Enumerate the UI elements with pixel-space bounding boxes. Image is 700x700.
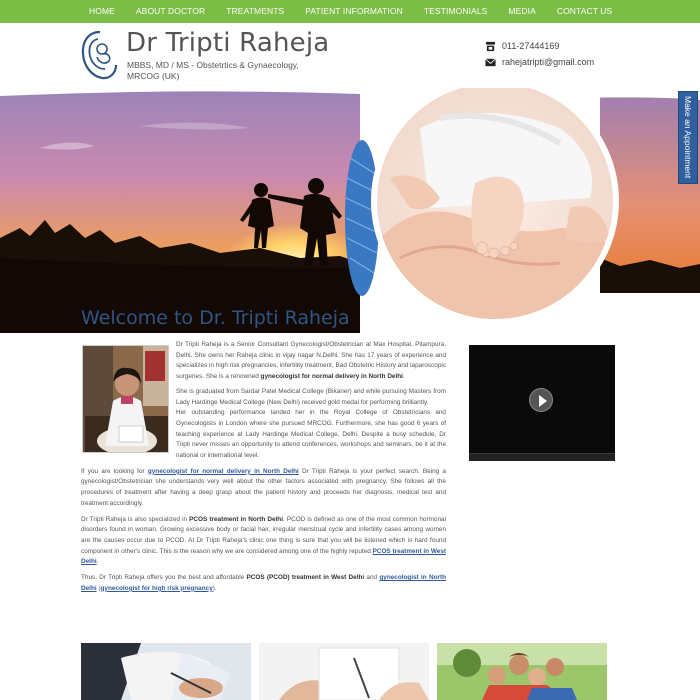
play-button-icon[interactable] [529,388,553,412]
pcos-keyword: PCOS treatment in North Delhi [189,515,283,523]
nav-about-doctor[interactable]: ABOUT DOCTOR [136,0,205,23]
intro-keyword: gynecologist for normal delivery in Nort… [260,373,403,381]
summary-paragraph: Thus, Dr Tripti Raheja offers you the be… [81,573,446,594]
page-title: Welcome to Dr. Tripti Raheja [81,307,350,329]
high-risk-pregnancy-link[interactable]: gynecologist for high risk pregnancy [101,585,213,592]
video-control-bar[interactable] [469,453,615,461]
make-appointment-tab[interactable]: Make an Appointment [678,91,698,184]
thumbnail-consultation[interactable] [81,643,251,700]
contact-info: 011-27444169 rahejatripti@gmail.com [485,38,594,70]
experience-paragraph: Her outstanding performance landed her i… [176,409,446,460]
nav-patient-information[interactable]: PATIENT INFORMATION [305,0,403,23]
phone-row: 011-27444169 [485,38,594,54]
envelope-icon [485,57,496,66]
nav-media[interactable]: MEDIA [508,0,535,23]
doctor-qualifications: MBBS, MD / MS - Obstetrtics & Gynaecolog… [127,60,299,81]
top-nav: HOME ABOUT DOCTOR TREATMENTS PATIENT INF… [0,0,700,23]
video-player[interactable] [469,345,615,461]
nav-contact-us[interactable]: CONTACT US [557,0,612,23]
p6-and: and [364,574,380,582]
education-paragraph: She is graduated from Sardar Patel Medic… [176,387,446,406]
hero-banner [0,88,700,333]
nav-treatments[interactable]: TREATMENTS [226,0,284,23]
logo-icon[interactable] [80,29,120,81]
p4-start: If you are looking for [81,467,148,475]
phone-icon [485,41,496,51]
pcos-paragraph: Dr Tripti Raheja is also specialized in … [81,515,446,569]
p5-end: . [96,558,99,566]
phone-number[interactable]: 011-27444169 [502,41,559,51]
email-row: rahejatripti@gmail.com [485,54,594,70]
p5-start: Dr Tripti Raheja is also specialized in [81,515,190,523]
welcome-text: Dr Tripti Raheja is a Senior Consultant … [81,340,446,599]
p6-start: Thus, Dr Tripti Raheja offers you the be… [81,574,247,582]
pcod-keyword: PCOS (PCOD) treatment in West Delhi [246,574,365,582]
thumbnail-happy-family[interactable] [437,643,607,700]
normal-delivery-paragraph: If you are looking for gynecologist for … [81,467,446,510]
thumbnail-checkup[interactable] [259,643,429,700]
nav-testimonials[interactable]: TESTIMONIALS [424,0,488,23]
nav-home[interactable]: HOME [89,0,115,23]
p6-end: ). [212,584,217,592]
intro-end: . [402,373,405,381]
normal-delivery-link[interactable]: gynecologist for normal delivery in Nort… [148,468,299,475]
hero-image [0,88,700,333]
doctor-name: Dr Tripti Raheja [126,28,330,58]
email-address[interactable]: rahejatripti@gmail.com [502,57,594,67]
intro-paragraph: Dr Tripti Raheja is a Senior Consultant … [81,340,446,383]
